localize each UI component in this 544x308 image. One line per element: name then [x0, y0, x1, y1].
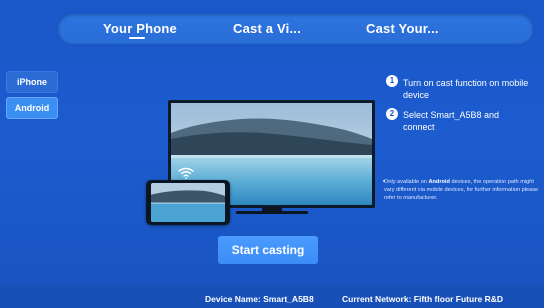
wifi-icon	[178, 167, 194, 179]
tab-your-phone[interactable]: Your Phone	[103, 14, 177, 44]
note-prefix: Only available on	[384, 179, 429, 185]
phone-landscape-image	[151, 183, 225, 222]
note-bold: Android	[428, 179, 450, 185]
device-name-label: Device Name: Smart_A5B8	[205, 294, 314, 304]
step-2-badge: 2	[386, 108, 398, 120]
option-android-button[interactable]: Android	[6, 97, 58, 119]
tv-base	[236, 211, 308, 214]
phone-illustration	[146, 180, 230, 225]
step-1-badge: 1	[386, 75, 398, 87]
tab-cast-your[interactable]: Cast Your...	[366, 14, 439, 44]
availability-note: Only available on Android devices, the o…	[384, 178, 542, 202]
option-iphone-button[interactable]: iPhone	[6, 71, 58, 93]
cast-screen: Your Phone Cast a Vi... Cast Your... iPh…	[0, 0, 544, 308]
current-network-label: Current Network: Fifth floor Future R&D	[342, 294, 504, 304]
tab-active-indicator	[129, 37, 145, 39]
tab-cast-video[interactable]: Cast a Vi...	[233, 14, 301, 44]
step-2-text: Select Smart_A5B8 and connect	[403, 110, 500, 132]
step-1-text: Turn on cast function on mobile device	[403, 78, 529, 100]
start-casting-button[interactable]: Start casting	[218, 236, 318, 264]
tab-bar: Your Phone Cast a Vi... Cast Your...	[58, 14, 533, 44]
